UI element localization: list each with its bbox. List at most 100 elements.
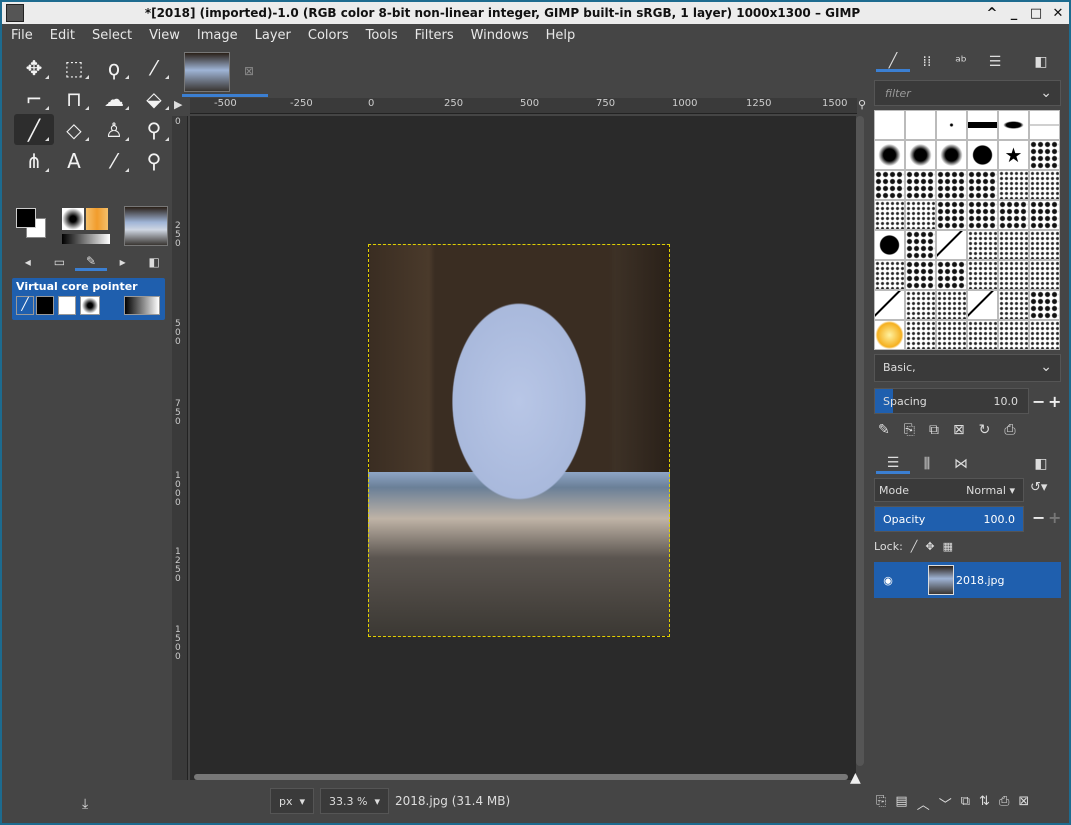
warp-icon[interactable]: ☁	[94, 83, 134, 114]
brush-item[interactable]	[905, 140, 936, 170]
lasso-icon[interactable]: ϙ	[94, 52, 134, 83]
text-icon[interactable]: A	[54, 145, 94, 176]
brush-item[interactable]	[1029, 140, 1060, 170]
export-icon[interactable]: ⤓	[82, 796, 88, 812]
raise-layer-icon[interactable]: ︿	[917, 794, 930, 813]
brush-item[interactable]	[874, 140, 905, 170]
paths-icon[interactable]: ⋔	[14, 145, 54, 176]
brush-item[interactable]	[967, 140, 998, 170]
brush-item[interactable]	[874, 290, 905, 320]
duplicate-layer-icon[interactable]: ⧉	[961, 794, 970, 813]
brush-item[interactable]	[936, 140, 967, 170]
plus-icon[interactable]: +	[1048, 508, 1061, 527]
virtual-core-pointer[interactable]: Virtual core pointer ╱	[12, 278, 165, 320]
lower-layer-icon[interactable]: ﹀	[939, 794, 952, 813]
fonts-tab-icon[interactable]: ᵃᵇ	[944, 54, 978, 70]
brush-item[interactable]	[936, 260, 967, 290]
unit-select[interactable]: px ▾	[270, 788, 315, 814]
brush-item[interactable]	[998, 320, 1029, 350]
zoom-select[interactable]: 33.3 % ▾	[320, 788, 389, 814]
brush-item[interactable]	[1029, 320, 1060, 350]
rect-select-icon[interactable]: ⬚	[54, 52, 94, 83]
image-layer-photo[interactable]	[368, 244, 670, 637]
lock-pixels-icon[interactable]: ╱	[911, 540, 918, 553]
brush-item[interactable]	[905, 320, 936, 350]
brush-item[interactable]	[998, 200, 1029, 230]
paintbrush-icon[interactable]: ╱	[14, 114, 54, 145]
patterns-tab-icon[interactable]: ⁞⁞	[910, 54, 944, 70]
refresh-icon[interactable]: ↻	[979, 422, 991, 446]
brush-item[interactable]	[967, 260, 998, 290]
paths-tab-icon[interactable]: ⋈	[944, 456, 978, 472]
brush-item[interactable]	[936, 110, 967, 140]
minus-icon[interactable]: −	[1032, 508, 1045, 527]
lock-position-icon[interactable]: ✥	[925, 540, 934, 553]
brush-item[interactable]	[967, 230, 998, 260]
brush-item[interactable]	[998, 170, 1029, 200]
merge-layer-icon[interactable]: ⇅	[979, 794, 990, 813]
chevron-down-icon[interactable]: ⌄	[1040, 85, 1052, 101]
active-image-thumbnail[interactable]	[124, 206, 168, 246]
device-status-icon[interactable]: ▭	[44, 255, 76, 269]
brush-item[interactable]	[1029, 200, 1060, 230]
mode-select[interactable]: Mode Normal ▾	[874, 478, 1024, 502]
crop-icon[interactable]: ⌐	[14, 83, 54, 114]
brush-item[interactable]	[1029, 170, 1060, 200]
brush-item[interactable]	[967, 290, 998, 320]
chevron-down-icon[interactable]: ⌄	[1040, 359, 1052, 375]
menu-tools[interactable]: Tools	[357, 28, 406, 43]
navigate-icon[interactable]: ▲	[850, 770, 861, 786]
mask-icon[interactable]: ⎙	[999, 794, 1009, 813]
brush-item[interactable]	[936, 170, 967, 200]
menu-layer[interactable]: Layer	[246, 28, 299, 43]
brush-item[interactable]	[967, 170, 998, 200]
brush-item[interactable]	[874, 320, 905, 350]
layer-item[interactable]: ◉ 2018.jpg	[874, 562, 1061, 598]
brush-item[interactable]	[998, 260, 1029, 290]
menu-file[interactable]: File	[2, 28, 41, 43]
brush-item[interactable]	[905, 230, 936, 260]
menu-colors[interactable]: Colors	[299, 28, 357, 43]
image-tab[interactable]: ⊠	[182, 50, 268, 97]
transform-icon[interactable]: ⊓	[54, 83, 94, 114]
brush-item[interactable]	[936, 320, 967, 350]
smudge-icon[interactable]: ⚲	[134, 114, 174, 145]
delete-brush-icon[interactable]: ⊠	[953, 422, 965, 446]
brush-item[interactable]	[874, 110, 905, 140]
quick-mask-icon[interactable]: ▶	[174, 98, 182, 111]
brush-item[interactable]	[905, 200, 936, 230]
brush-item[interactable]	[1029, 260, 1060, 290]
spacing-slider[interactable]: Spacing 10.0	[874, 388, 1029, 414]
bucket-fill-icon[interactable]: ⬙	[134, 83, 174, 114]
maximize-up-button[interactable]: ^	[981, 6, 1003, 21]
brush-item[interactable]	[874, 260, 905, 290]
brush-item[interactable]	[967, 110, 998, 140]
lock-alpha-icon[interactable]: ▦	[943, 540, 953, 553]
clone-icon[interactable]: ♙	[94, 114, 134, 145]
brush-filter-input[interactable]: filter ⌄	[874, 80, 1061, 106]
brush-item[interactable]	[905, 260, 936, 290]
duplicate-brush-icon[interactable]: ⧉	[929, 422, 939, 446]
brush-item[interactable]	[967, 320, 998, 350]
menu-help[interactable]: Help	[537, 28, 584, 43]
menu-edit[interactable]: Edit	[41, 28, 83, 43]
zoom-search-icon[interactable]: ⚲	[858, 98, 866, 111]
brush-item[interactable]	[998, 230, 1029, 260]
tab-right-arrow-icon[interactable]: ▸	[107, 255, 139, 269]
edit-brush-icon[interactable]: ✎	[878, 422, 890, 446]
brush-item[interactable]	[905, 170, 936, 200]
vertical-scrollbar[interactable]	[856, 116, 864, 766]
brush-item[interactable]	[874, 230, 905, 260]
brush-item[interactable]	[967, 200, 998, 230]
copy-location-icon[interactable]: ⎙	[1004, 422, 1015, 446]
pattern-preview[interactable]	[86, 208, 108, 230]
brush-item[interactable]	[936, 290, 967, 320]
tool-options-icon[interactable]: ✎	[75, 254, 107, 271]
brush-item[interactable]	[874, 200, 905, 230]
horizontal-scrollbar[interactable]	[194, 774, 848, 780]
layers-tab-icon[interactable]: ☰	[876, 455, 910, 474]
menu-filters[interactable]: Filters	[406, 28, 462, 43]
minimize-button[interactable]: _	[1003, 6, 1025, 21]
eraser-icon[interactable]: ◇	[54, 114, 94, 145]
brush-item[interactable]	[998, 290, 1029, 320]
